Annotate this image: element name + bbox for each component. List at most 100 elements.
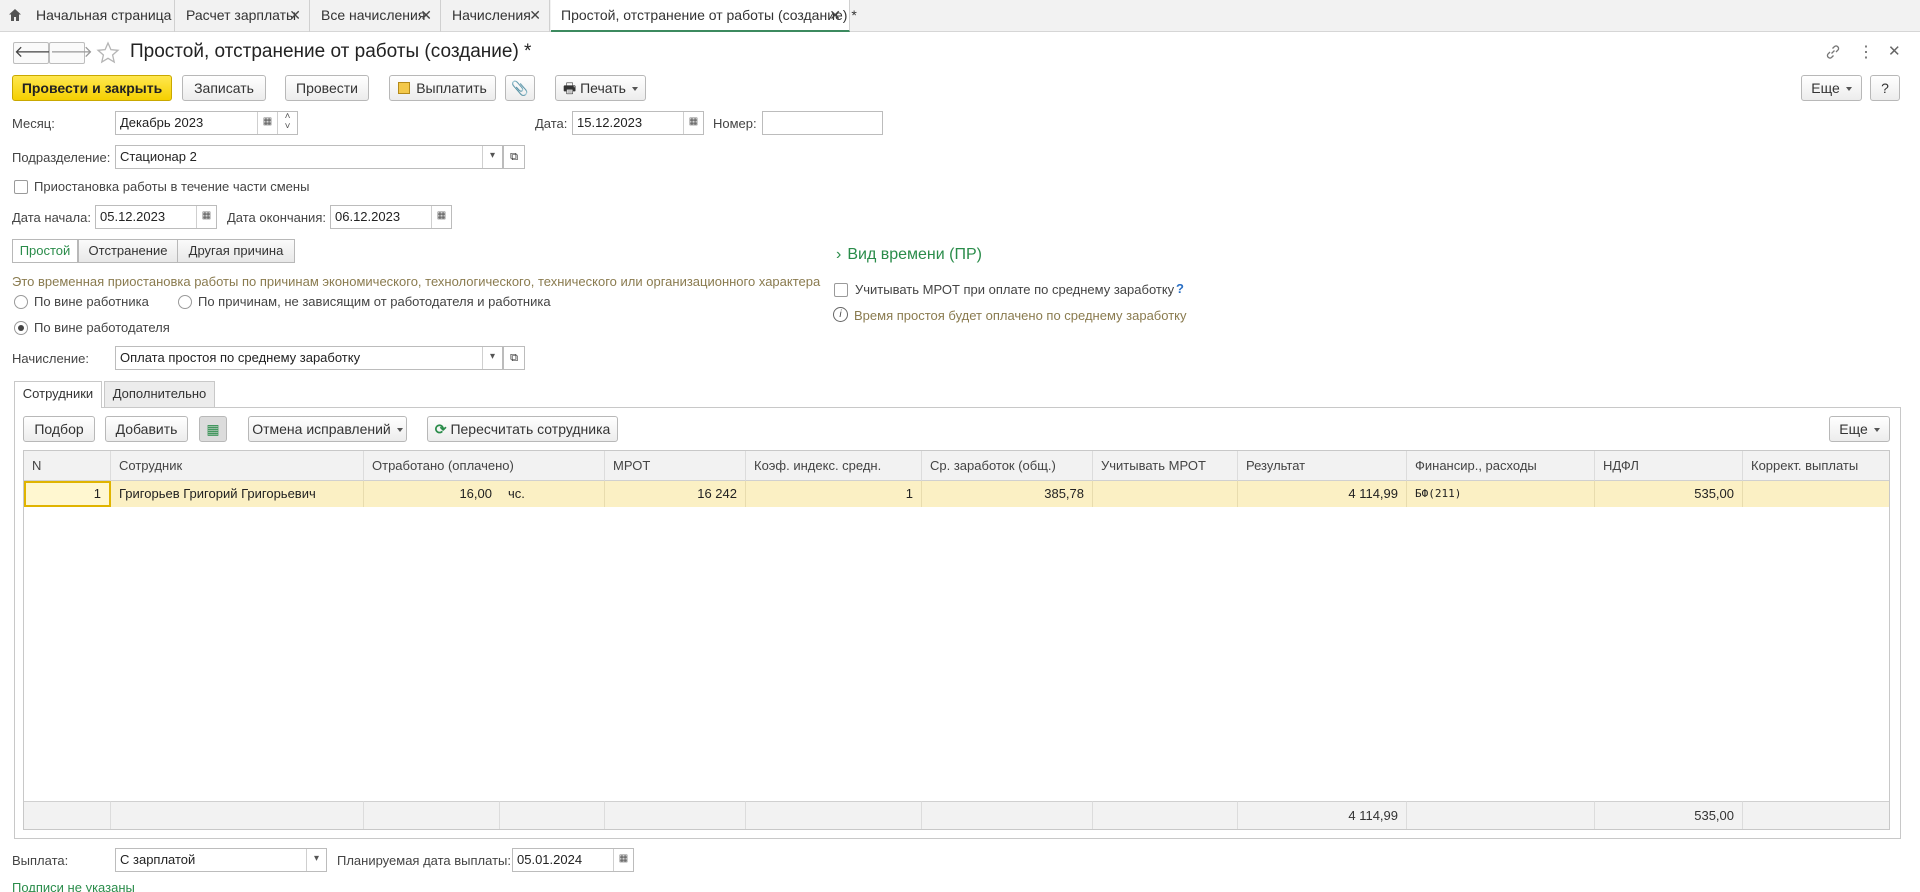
department-field[interactable]: Стационар 2 ▾ [115, 145, 503, 169]
toggle-suspension[interactable]: Отстранение [78, 239, 178, 263]
month-field[interactable]: Декабрь 2023 ▦ ˄ ˅ [115, 111, 298, 135]
number-label: Номер: [713, 116, 757, 131]
col-header-avg[interactable]: Ср. заработок (общ.) [922, 451, 1093, 481]
calendar-icon[interactable]: ▦ [431, 206, 451, 228]
col-header-ndfl[interactable]: НДФЛ [1595, 451, 1743, 481]
add-button[interactable]: Добавить [105, 416, 188, 442]
cell-avg[interactable]: 385,78 [922, 481, 1093, 507]
col-header-coef[interactable]: Коэф. индекс. средн. [746, 451, 922, 481]
cell-employee[interactable]: Григорьев Григорий Григорьевич [111, 481, 364, 507]
close-icon[interactable]: ✕ [529, 0, 541, 31]
calendar-icon[interactable]: ▦ [257, 112, 277, 134]
radio-employer-fault[interactable] [14, 321, 28, 335]
table-more-label: Еще [1839, 421, 1868, 437]
col-header-correct[interactable]: Коррект. выплаты [1743, 451, 1889, 481]
fill-button[interactable]: ▦ [199, 416, 227, 442]
table-more-button[interactable]: Еще [1829, 416, 1890, 442]
cell-ndfl[interactable]: 535,00 [1595, 481, 1743, 507]
spin-icon[interactable]: ˄ ˅ [277, 112, 297, 134]
col-header-use-mrot[interactable]: Учитывать МРОТ [1093, 451, 1238, 481]
col-header-finance[interactable]: Финансир., расходы [1407, 451, 1595, 481]
number-field[interactable] [762, 111, 883, 135]
chevron-down-icon[interactable]: ▾ [306, 849, 326, 871]
close-icon[interactable]: ✕ [289, 0, 301, 31]
tab-payroll[interactable]: Расчет зарплаты ✕ [176, 0, 310, 32]
calendar-icon[interactable]: ▦ [683, 112, 703, 134]
close-icon[interactable]: ✕ [829, 0, 841, 31]
cell-result[interactable]: 4 114,99 [1238, 481, 1407, 507]
partial-shift-checkbox[interactable] [14, 180, 28, 194]
end-date-field[interactable]: 06.12.2023 ▦ [330, 205, 452, 229]
more-label: Еще [1811, 80, 1840, 96]
close-icon[interactable]: ✕ [420, 0, 432, 31]
help-question-icon[interactable]: ? [1176, 281, 1184, 296]
start-date-value: 05.12.2023 [100, 209, 166, 224]
tab-all-accruals[interactable]: Все начисления ✕ [311, 0, 441, 32]
start-date-field[interactable]: 05.12.2023 ▦ [95, 205, 217, 229]
col-header-mrot[interactable]: МРОТ [605, 451, 746, 481]
attach-button[interactable]: 📎 [505, 75, 535, 101]
chevron-down-icon[interactable]: ▾ [482, 347, 502, 369]
payment-label: Выплата: [12, 853, 69, 868]
post-button[interactable]: Провести [285, 75, 369, 101]
cell-unit[interactable]: чс. [500, 481, 605, 507]
more-button[interactable]: Еще [1801, 75, 1862, 101]
cell-mrot[interactable]: 16 242 [605, 481, 746, 507]
time-kind-label: Вид времени (ПР) [847, 246, 982, 263]
help-button[interactable]: ? [1870, 75, 1900, 101]
time-kind-link[interactable]: › Вид времени (ПР) [836, 246, 982, 264]
cancel-corrections-button[interactable]: Отмена исправлений [248, 416, 407, 442]
save-button[interactable]: Записать [182, 75, 266, 101]
tab-home[interactable]: Начальная страница [0, 0, 175, 32]
close-icon[interactable]: ✕ [1888, 42, 1901, 60]
print-label: Печать [580, 80, 626, 96]
forward-button[interactable]: 🡒 [49, 42, 93, 64]
tab-employees[interactable]: Сотрудники [14, 381, 102, 408]
cell-use-mrot[interactable] [1093, 481, 1238, 507]
printer-icon: 🖶 [563, 80, 577, 96]
mrot-checkbox[interactable] [834, 283, 848, 297]
chevron-down-icon [1845, 87, 1852, 92]
back-button[interactable]: 🡐 [13, 42, 57, 64]
toggle-other-reason[interactable]: Другая причина [177, 239, 295, 263]
calendar-icon[interactable]: ▦ [196, 206, 216, 228]
recalculate-button[interactable]: ⟳ Пересчитать сотрудника [427, 416, 618, 442]
table-add-icon: ▦ [206, 421, 220, 437]
tab-additional[interactable]: Дополнительно [104, 381, 215, 407]
more-vertical-icon[interactable]: ⋮ [1858, 42, 1874, 62]
pay-button[interactable]: Выплатить [389, 75, 496, 101]
chevron-down-icon[interactable]: ▾ [482, 146, 502, 168]
select-button[interactable]: Подбор [23, 416, 95, 442]
star-icon[interactable] [96, 41, 120, 65]
calendar-icon[interactable]: ▦ [613, 849, 633, 871]
open-accrual-button[interactable]: ⧉ [503, 346, 525, 370]
cell-worked[interactable]: 16,00 [364, 481, 500, 507]
date-field[interactable]: 15.12.2023 ▦ [572, 111, 704, 135]
col-header-result[interactable]: Результат [1238, 451, 1407, 481]
toggle-downtime[interactable]: Простой [12, 239, 78, 263]
col-header-worked[interactable]: Отработано (оплачено) [364, 451, 605, 481]
cell-finance[interactable]: БФ(211) [1407, 481, 1595, 507]
radio-independent[interactable] [178, 295, 192, 309]
open-department-button[interactable]: ⧉ [503, 145, 525, 169]
arrow-right-icon: 🡒 [50, 44, 93, 61]
print-button[interactable]: 🖶 Печать [555, 75, 646, 101]
link-icon[interactable] [1824, 43, 1842, 61]
col-header-employee[interactable]: Сотрудник [111, 451, 364, 481]
tab-downtime-document[interactable]: Простой, отстранение от работы (создание… [551, 0, 857, 32]
tab-accruals[interactable]: Начисления ✕ [442, 0, 550, 32]
cell-coef[interactable]: 1 [746, 481, 922, 507]
cell-correct[interactable] [1743, 481, 1889, 507]
signatures-link[interactable]: Подписи не указаны [12, 880, 135, 892]
radio-employee-fault[interactable] [14, 295, 28, 309]
payment-value: С зарплатой [120, 852, 196, 867]
planned-date-value: 05.01.2024 [517, 852, 583, 867]
info-icon: i [833, 307, 848, 322]
post-and-close-button[interactable]: Провести и закрыть [12, 75, 172, 101]
payment-field[interactable]: С зарплатой ▾ [115, 848, 327, 872]
accrual-field[interactable]: Оплата простоя по среднему заработку ▾ [115, 346, 503, 370]
cell-n[interactable]: 1 [24, 481, 111, 507]
end-date-value: 06.12.2023 [335, 209, 401, 224]
col-header-n[interactable]: N [24, 451, 111, 481]
planned-date-field[interactable]: 05.01.2024 ▦ [512, 848, 634, 872]
